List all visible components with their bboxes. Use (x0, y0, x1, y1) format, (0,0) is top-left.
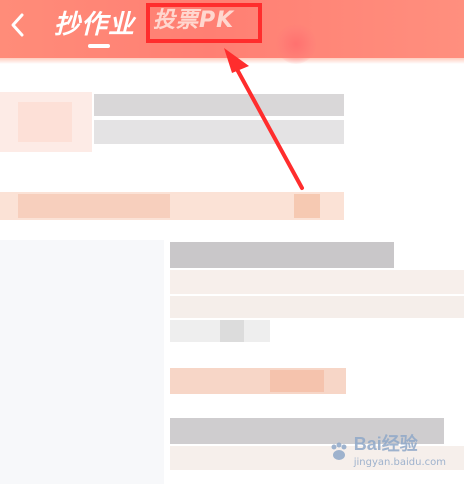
blurred-item-desc-2 (170, 296, 464, 318)
active-tab-indicator (88, 44, 110, 48)
blurred-highlight-segment (18, 194, 170, 218)
content-card (0, 64, 464, 484)
decorative-glow (276, 24, 316, 64)
watermark-url: jingyan.baidu.com (353, 457, 446, 468)
blurred-item-meta-dot (220, 320, 244, 342)
baidu-watermark: Bai经验 jingyan.baidu.com (328, 435, 446, 468)
back-chevron-icon[interactable] (8, 10, 28, 40)
blurred-highlight-accent (294, 194, 320, 218)
screen: 抄作业 投票PK Bai经验 jingyan.baidu.com (0, 0, 464, 484)
blurred-avatar-core (18, 102, 72, 142)
baidu-paw-icon (331, 442, 347, 460)
blurred-title-line (94, 94, 344, 116)
top-header: 抄作业 投票PK (0, 0, 464, 64)
watermark-brand: Bai (353, 434, 382, 454)
blurred-left-panel (0, 240, 164, 484)
blurred-item-desc-1 (170, 270, 464, 294)
blurred-item-tag-accent (270, 370, 324, 392)
watermark-brand-2: 经验 (381, 434, 418, 454)
blurred-item-title (170, 242, 394, 268)
blurred-subtitle-line (94, 120, 344, 144)
tab-vote-pk[interactable]: 投票PK (153, 9, 234, 33)
tab-copy-homework[interactable]: 抄作业 (54, 10, 135, 40)
